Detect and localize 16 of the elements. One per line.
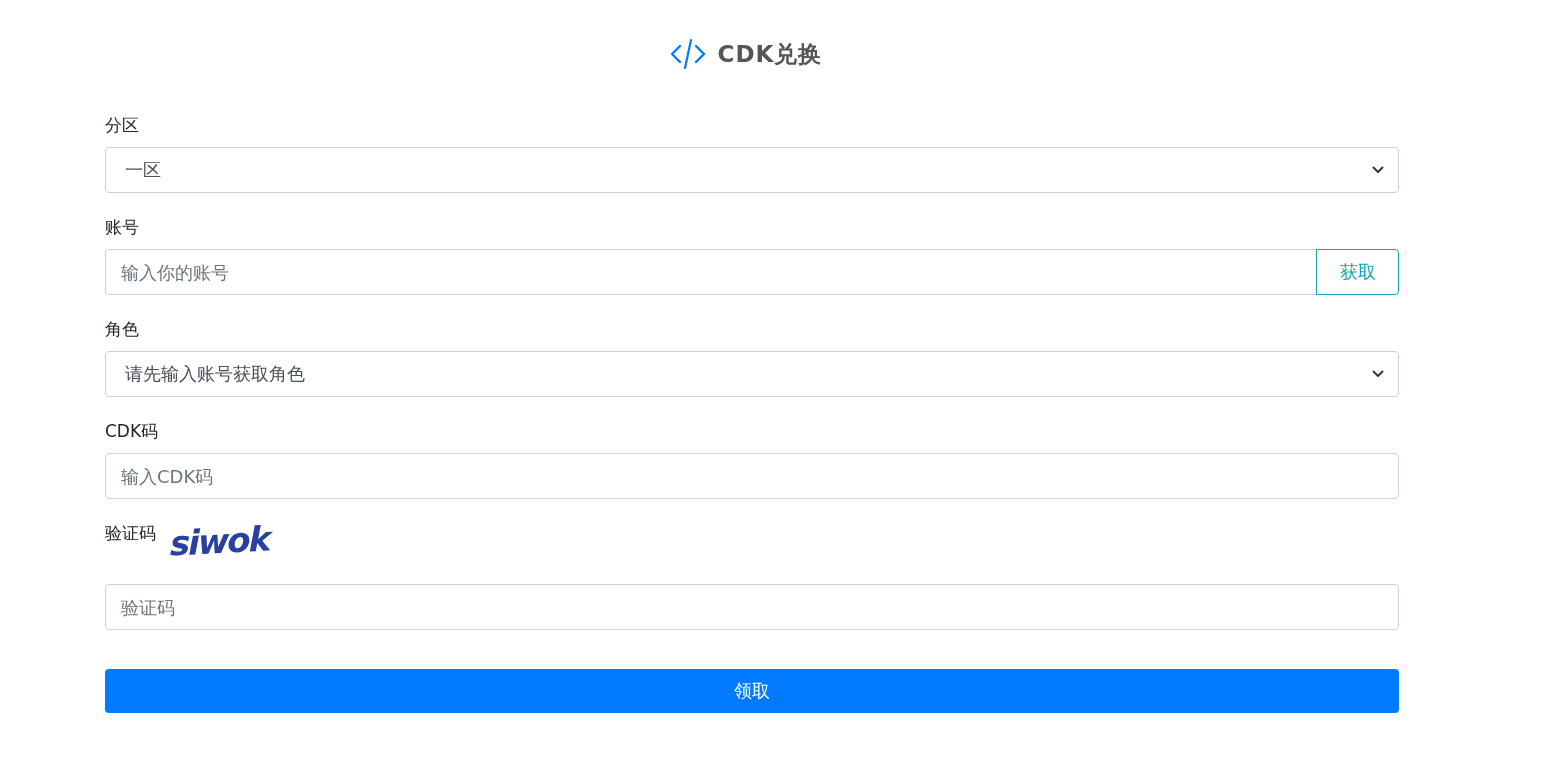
input-field[interactable]: 输入你的账号 [105, 249, 1316, 295]
input-field[interactable]: 输入CDK码 [105, 453, 1399, 499]
page-title: CDK兑换 [717, 40, 823, 69]
dropdown-select[interactable]: 一区 [105, 147, 1399, 193]
chevron-down-icon [1372, 370, 1384, 378]
chevron-down-icon [1372, 166, 1384, 174]
submit-button[interactable]: 领取 [105, 669, 1399, 713]
captcha-text: siwok [170, 518, 270, 564]
field-label: 账号 [105, 216, 139, 239]
field-label: CDK码 [105, 420, 159, 443]
code-icon [669, 38, 706, 70]
field-label: 角色 [105, 318, 139, 341]
dropdown-select[interactable]: 请先输入账号获取角色 [105, 351, 1399, 397]
input-field[interactable]: 验证码 [105, 584, 1399, 630]
field-label: 分区 [105, 114, 139, 137]
field-label: 验证码 [105, 522, 156, 545]
